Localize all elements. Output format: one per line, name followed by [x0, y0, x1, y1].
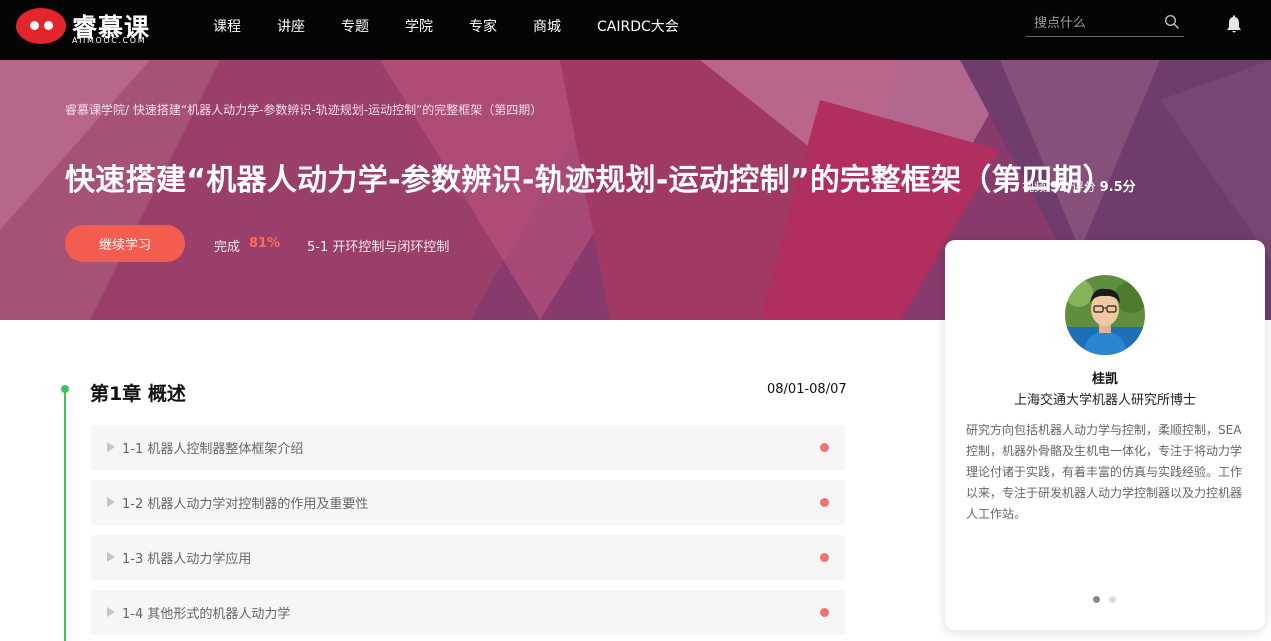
brand-logo[interactable]: 睿慕课 AIIMOOC.COM	[16, 6, 166, 46]
search-box	[1026, 10, 1184, 37]
lesson-item[interactable]: 1-2 机器人动力学对控制器的作用及重要性	[91, 480, 845, 525]
lesson-status-dot	[820, 553, 829, 562]
logo-domain: AIIMOOC.COM	[72, 36, 147, 45]
lesson-status-dot	[820, 443, 829, 452]
lesson-item[interactable]: 1-1 机器人控制器整体框架介绍	[91, 425, 845, 470]
timeline-dot	[61, 385, 69, 393]
last-lesson-link[interactable]: 5-1 开环控制与闭环控制	[307, 236, 449, 255]
nav-item-experts[interactable]: 专家	[469, 16, 497, 36]
lesson-label: 1-4 其他形式的机器人动力学	[122, 607, 291, 622]
top-navbar: 睿慕课 AIIMOOC.COM 课程 讲座 专题 学院 专家 商城 CAIRDC…	[0, 0, 1271, 60]
lesson-status-dot	[820, 498, 829, 507]
bell-icon[interactable]	[1225, 15, 1243, 35]
nav-item-cairdc[interactable]: CAIRDC大会	[597, 16, 679, 36]
play-icon	[107, 607, 115, 617]
play-icon	[107, 497, 115, 507]
carousel-dot-1[interactable]	[1093, 596, 1100, 603]
search-icon[interactable]	[1164, 14, 1180, 30]
progress-label: 完成	[214, 240, 241, 255]
teacher-bio: 研究方向包括机器人动力学与控制，柔顺控制，SEA控制，机器外骨骼及生机电一体化，…	[966, 423, 1243, 521]
progress-value: 81%	[249, 236, 281, 251]
nav-item-courses[interactable]: 课程	[213, 16, 241, 36]
continue-learning-button[interactable]: 继续学习	[65, 225, 185, 262]
teacher-avatar[interactable]	[1065, 275, 1145, 355]
course-title: 快速搭建“机器人动力学-参数辨识-轨迹规划-运动控制”的完整框架（第四期）	[65, 163, 1113, 198]
lesson-status-dot	[820, 608, 829, 617]
search-input[interactable]	[1034, 12, 1159, 34]
chapter-dates: 08/01-08/07	[767, 382, 847, 397]
timeline-line	[64, 392, 66, 641]
nav-item-academy[interactable]: 学院	[405, 16, 433, 36]
lesson-label: 1-1 机器人控制器整体框架介绍	[122, 442, 304, 457]
nav-item-lectures[interactable]: 讲座	[277, 16, 305, 36]
lesson-item[interactable]: 1-4 其他形式的机器人动力学	[91, 590, 845, 635]
play-icon	[107, 552, 115, 562]
teacher-title: 上海交通大学机器人研究所博士	[1013, 393, 1196, 408]
lesson-item[interactable]: 1-3 机器人动力学应用	[91, 535, 845, 580]
teacher-card: 桂凯 上海交通大学机器人研究所博士 研究方向包括机器人动力学与控制，柔顺控制，S…	[945, 240, 1265, 630]
lesson-label: 1-2 机器人动力学对控制器的作用及重要性	[122, 497, 369, 512]
nav-item-store[interactable]: 商城	[533, 16, 561, 36]
play-icon	[107, 442, 115, 452]
carousel-dot-2[interactable]	[1109, 596, 1116, 603]
nav-item-topics[interactable]: 专题	[341, 16, 369, 36]
chapter-title: 第1章 概述	[90, 383, 186, 405]
lesson-label: 1-3 机器人动力学应用	[122, 552, 252, 567]
logo-mark-icon	[16, 8, 66, 44]
breadcrumb[interactable]: 睿慕课学院/ 快速搭建“机器人动力学-参数辨识-轨迹规划-运动控制”的完整框架（…	[65, 101, 542, 118]
teacher-name: 桂凯	[1091, 372, 1118, 387]
